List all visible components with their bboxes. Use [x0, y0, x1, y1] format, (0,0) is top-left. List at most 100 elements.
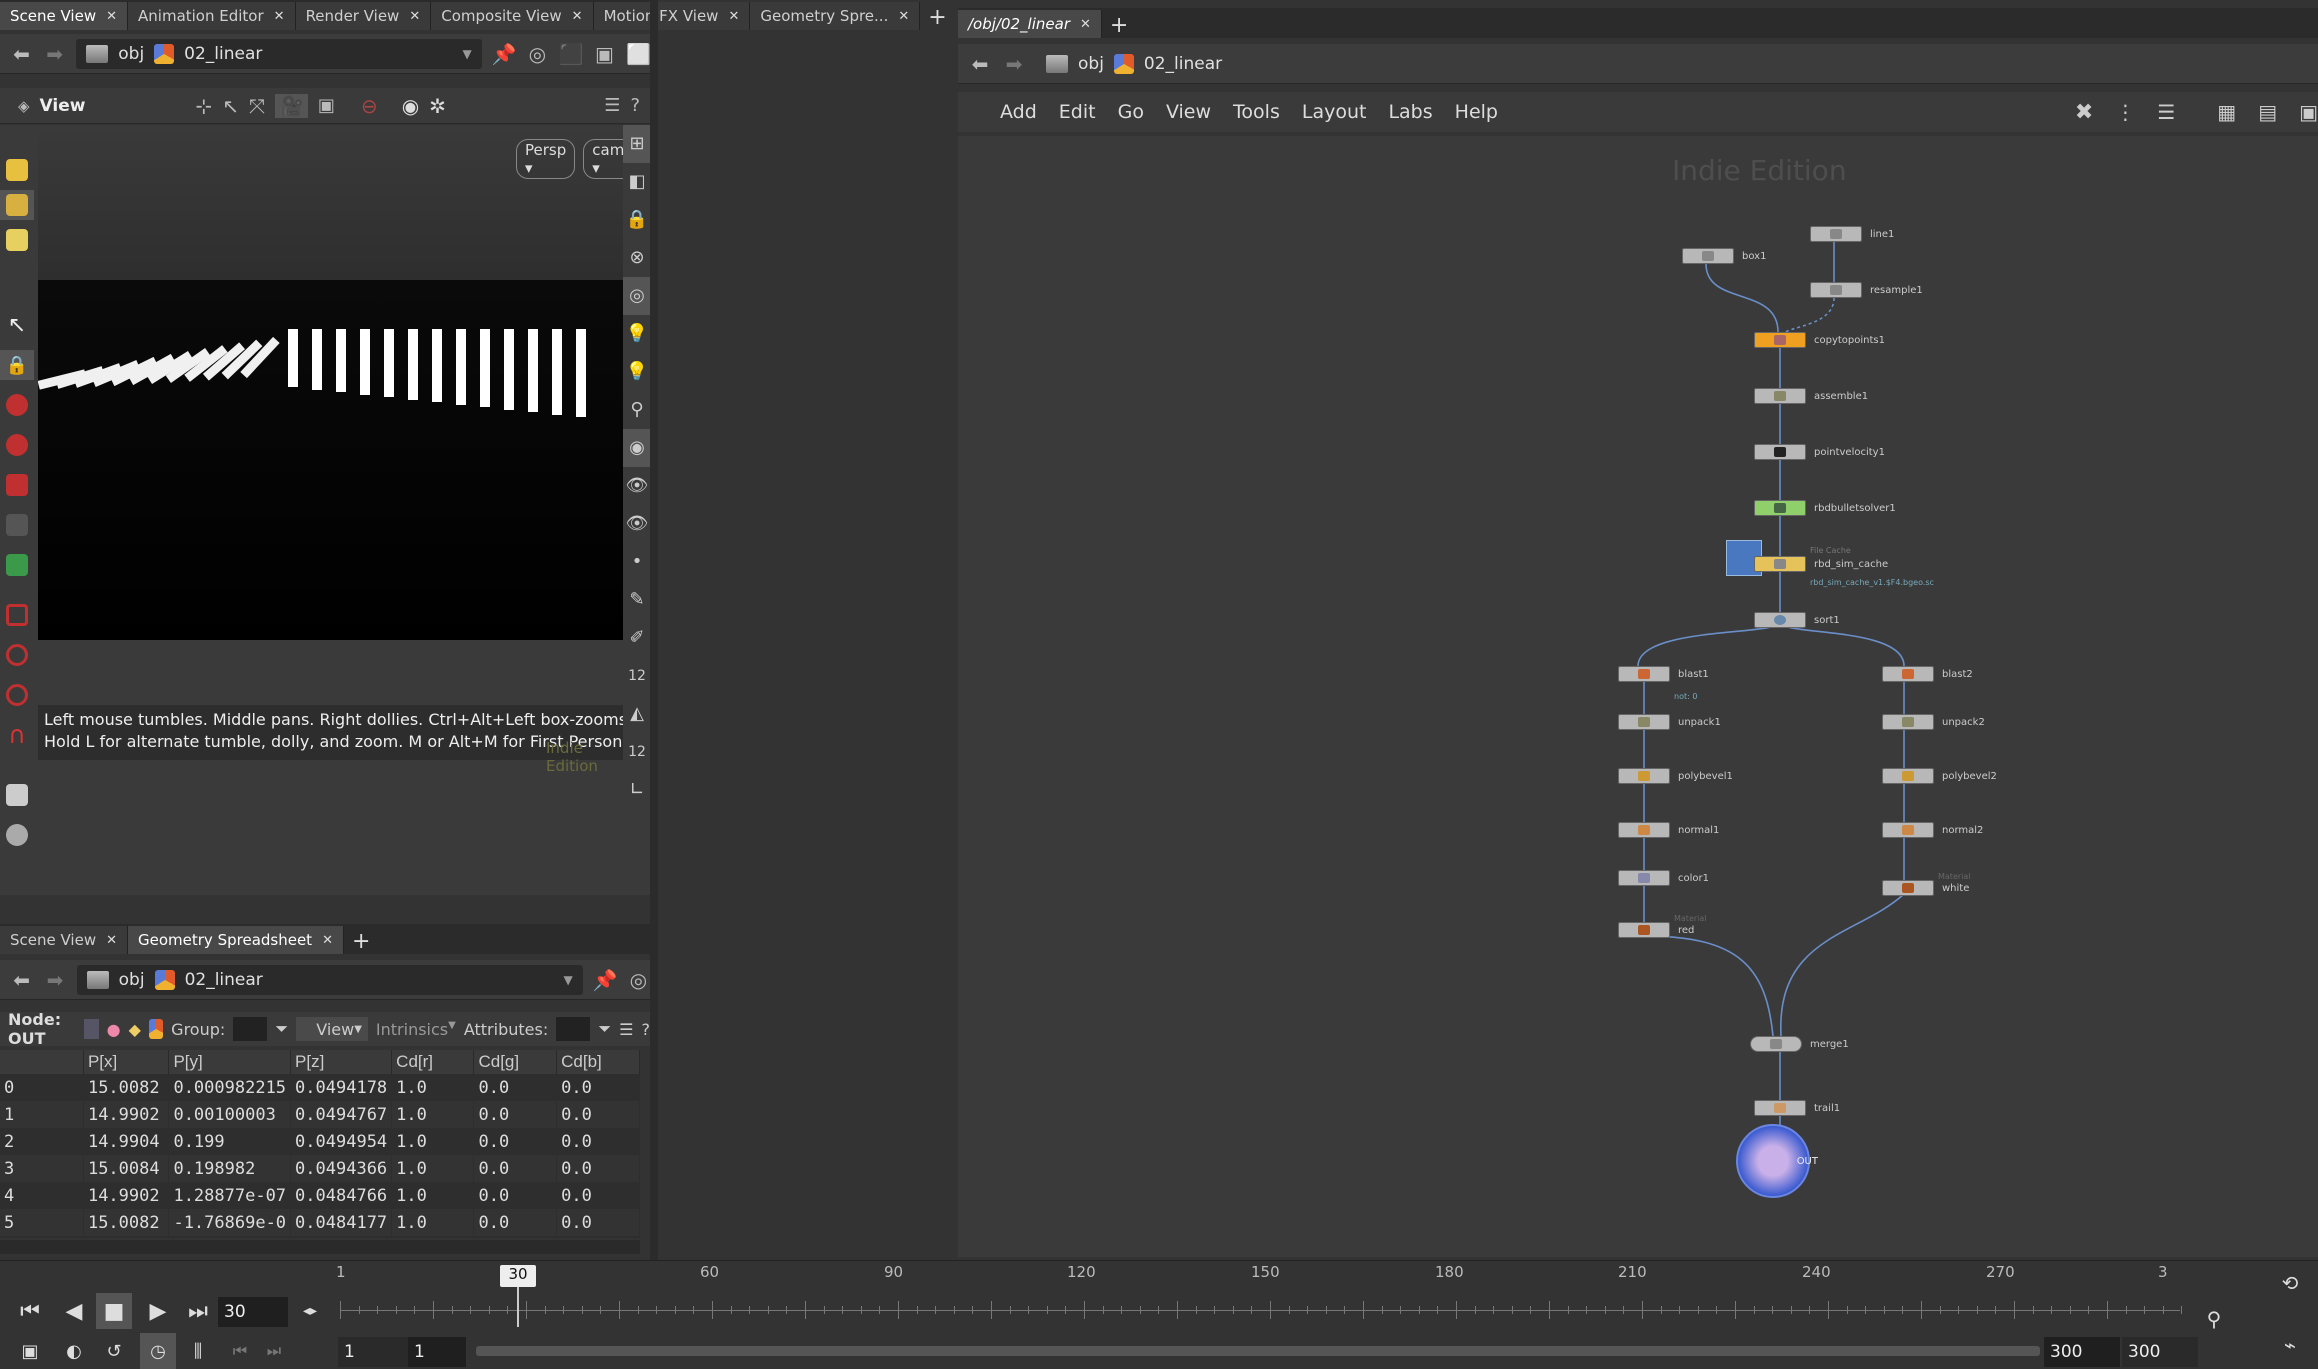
column-header[interactable]: Cd[g] [473, 1050, 558, 1074]
tab-scene-view[interactable]: Scene View ✕ [0, 2, 129, 30]
render-settings-icon[interactable]: ✲ [429, 94, 446, 118]
tool-edit-icon[interactable] [0, 225, 34, 255]
light-icon[interactable]: 💡 [623, 315, 651, 353]
pointer-icon[interactable]: ↖ [0, 310, 34, 340]
node-trail1[interactable]: trail1 [1754, 1100, 1840, 1116]
network-editor[interactable]: Indie Edition line1 box1 resample1 copyt… [958, 136, 2318, 1257]
node-normal2[interactable]: normal2 [1882, 822, 1983, 838]
add-tab-icon[interactable]: + [344, 929, 378, 954]
node-copytopoints1[interactable]: copytopoints1 [1754, 332, 1885, 348]
end-frame-field[interactable]: 300 [2122, 1337, 2198, 1367]
table-row[interactable]: 214.99040.1990.04949541.00.00.00.00 [0, 1128, 640, 1155]
eye-icon[interactable]: 👁 [623, 467, 651, 505]
display-grid-icon[interactable]: ⊞ [623, 125, 651, 163]
camera-settings-icon[interactable]: ▣ [593, 42, 616, 66]
view-dropdown[interactable]: View ▼ [296, 1017, 368, 1041]
primitives-mode-icon[interactable]: ◆ [129, 1020, 141, 1039]
list-icon[interactable]: ☰ [604, 95, 620, 116]
path-root[interactable]: obj [1078, 54, 1104, 74]
intrinsics-dropdown[interactable]: Intrinsics ▼ [376, 1020, 456, 1039]
start-frame-field[interactable]: 1 [338, 1337, 408, 1367]
node-box1[interactable]: box1 [1682, 248, 1766, 264]
counter2-icon[interactable]: 12 [623, 733, 651, 771]
node-merge1[interactable]: merge1 [1750, 1036, 1849, 1052]
brush-icon[interactable]: ✎ [623, 581, 651, 619]
points-mode-icon[interactable] [84, 1019, 99, 1039]
close-icon[interactable]: ✕ [572, 9, 583, 24]
transform-tool-icon[interactable] [0, 390, 34, 420]
vertices-mode-icon[interactable]: ● [107, 1020, 121, 1039]
filter-icon[interactable]: ⏷ [275, 1019, 288, 1039]
node-polybevel2[interactable]: polybevel2 [1882, 768, 1997, 784]
detail-mode-icon[interactable] [148, 1019, 164, 1039]
path-node[interactable]: 02_linear [185, 970, 263, 990]
column-header[interactable]: P[z] [290, 1050, 393, 1074]
cam-menu[interactable]: cam1 ▾ [583, 139, 623, 179]
wireframe-icon[interactable]: ◎ [623, 277, 651, 315]
table-row[interactable]: 114.99020.001000030.04947671.00.00.0-0.( [0, 1101, 640, 1128]
node-material-red[interactable]: red [1618, 922, 1694, 938]
transform-icon[interactable]: ⤧ [249, 94, 265, 118]
loop-icon[interactable]: ↺ [96, 1333, 132, 1369]
node-polybevel1[interactable]: polybevel1 [1618, 768, 1733, 784]
grid-view-icon[interactable]: ▦ [2217, 100, 2236, 124]
pane-divider[interactable] [650, 0, 658, 1260]
play-reverse-icon[interactable]: ◀ [56, 1293, 92, 1329]
group-field[interactable] [233, 1017, 268, 1041]
table-row[interactable]: 515.0082-1.76869e-00.04841771.00.00.0Ind… [0, 1209, 640, 1236]
close-icon[interactable]: ✕ [409, 9, 420, 24]
column-header[interactable] [0, 1050, 84, 1074]
pin-icon[interactable]: 📌 [492, 42, 517, 66]
tool-select-geo-icon[interactable] [0, 190, 34, 220]
tab-composite-view[interactable]: Composite View ✕ [431, 2, 594, 30]
tool-handle-icon[interactable] [0, 155, 34, 185]
eye2-icon[interactable]: 👁 [623, 505, 651, 543]
path-root[interactable]: obj [118, 44, 144, 64]
magnet-icon[interactable]: ∩ [0, 720, 34, 750]
tab-scene-view-bottom[interactable]: Scene View ✕ [0, 926, 129, 954]
current-frame-field[interactable]: 30 [218, 1297, 288, 1327]
add-tab-icon[interactable]: + [920, 5, 954, 30]
snap-point-icon[interactable] [0, 680, 34, 710]
rotate-tool-icon[interactable] [0, 430, 34, 460]
tab-geometry-spreadsheet-bottom[interactable]: Geometry Spreadsheet ✕ [128, 926, 344, 954]
pose-tool-icon[interactable] [0, 510, 34, 540]
back-arrow-icon[interactable]: ⬅ [10, 42, 33, 66]
light2-icon[interactable]: 💡 [623, 353, 651, 391]
range-start-field[interactable]: 1 [408, 1337, 466, 1367]
realtime-icon[interactable]: ◷ [140, 1333, 176, 1369]
forward-arrow-icon[interactable]: ➡ [43, 968, 66, 992]
node-rbd-sim-cache[interactable]: rbd_sim_cache [1754, 556, 1888, 572]
help-icon[interactable]: ? [630, 95, 640, 116]
pen-icon[interactable]: ✐ [623, 619, 651, 657]
node-sort1[interactable]: sort1 [1754, 612, 1840, 628]
back-arrow-icon[interactable]: ⬅ [968, 52, 992, 76]
sync-icon[interactable]: ⟲ [2272, 1265, 2308, 1301]
node-blast2[interactable]: blast2 [1882, 666, 1973, 682]
forward-arrow-icon[interactable]: ➡ [43, 42, 66, 66]
back-arrow-icon[interactable]: ⬅ [10, 968, 33, 992]
node-pointvelocity1[interactable]: pointvelocity1 [1754, 444, 1885, 460]
node-resample1[interactable]: resample1 [1810, 282, 1923, 298]
path-field[interactable]: obj 02_linear ▼ [76, 38, 482, 69]
geo-view-icon[interactable]: ⬛ [559, 42, 584, 66]
sculpt-icon[interactable] [0, 820, 34, 850]
column-header[interactable]: v[x] [639, 1050, 640, 1074]
node-color1[interactable]: color1 [1618, 870, 1709, 886]
path-root[interactable]: obj [119, 970, 145, 990]
ghost-icon[interactable]: ⊗ [623, 239, 651, 277]
menu-go[interactable]: Go [1118, 101, 1144, 123]
chevron-down-icon[interactable]: ▼ [463, 47, 472, 61]
list-view-icon[interactable]: ☰ [2157, 100, 2175, 124]
audio-icon[interactable]: ◐ [56, 1333, 92, 1369]
menu-edit[interactable]: Edit [1059, 101, 1096, 123]
menu-help[interactable]: Help [1455, 101, 1498, 123]
chevron-down-icon[interactable]: ▼ [563, 973, 572, 987]
link-icon[interactable]: ◎ [526, 42, 549, 66]
persp-menu[interactable]: Persp ▾ [516, 139, 576, 179]
node-unpack1[interactable]: unpack1 [1618, 714, 1721, 730]
key-search-icon[interactable]: ⚲ [2196, 1301, 2232, 1337]
tree-icon[interactable]: ⋮ [2115, 100, 2135, 124]
node-blast1[interactable]: blast1 [1618, 666, 1709, 682]
column-header[interactable]: P[x] [83, 1050, 170, 1074]
